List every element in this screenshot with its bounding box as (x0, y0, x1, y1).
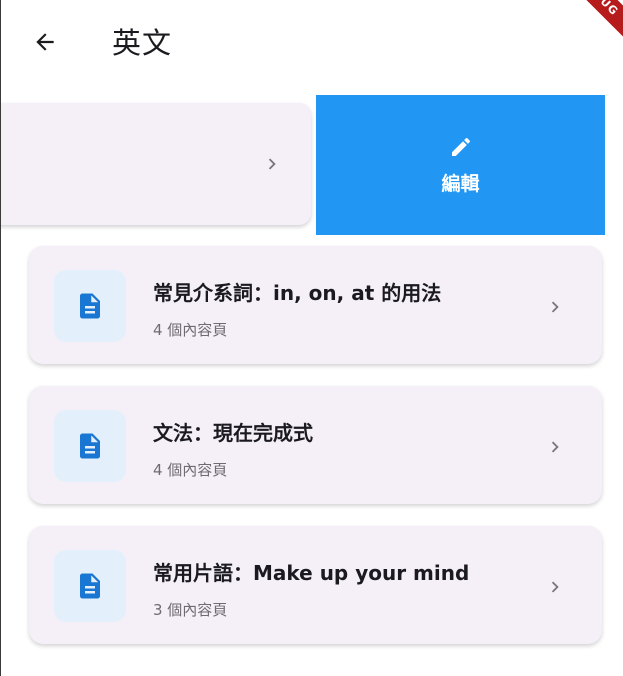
item-title: 常見介系詞：in, on, at 的用法 (153, 281, 442, 305)
document-icon-tile (54, 270, 126, 342)
list-item-card[interactable] (1, 103, 311, 225)
list-item-card[interactable]: 常見介系詞：in, on, at 的用法 4 個內容頁 (29, 246, 602, 364)
document-icon-tile (54, 550, 126, 622)
list-item-card[interactable]: 文法：現在完成式 4 個內容頁 (29, 386, 602, 504)
item-title: 常用片語：Make up your mind (153, 561, 470, 585)
document-icon (80, 433, 100, 459)
edit-button[interactable]: 編輯 (316, 95, 605, 235)
document-icon (80, 293, 100, 319)
chevron-right-icon (551, 581, 559, 593)
debug-banner: DEBUG (548, 0, 623, 48)
chevron-right-icon (551, 301, 559, 313)
item-subtitle: 4 個內容頁 (153, 461, 228, 479)
list-item-card[interactable]: 常用片語：Make up your mind 3 個內容頁 (29, 526, 602, 644)
back-button[interactable] (23, 22, 67, 62)
document-icon-tile (54, 410, 126, 482)
swiped-list-item[interactable]: 編輯 (1, 95, 623, 235)
item-subtitle: 4 個內容頁 (153, 321, 228, 339)
chevron-right-icon (268, 158, 276, 170)
item-subtitle: 3 個內容頁 (153, 601, 228, 619)
arrow-back-icon (36, 33, 54, 51)
pencil-icon (451, 137, 470, 156)
document-icon (80, 573, 100, 599)
edit-label: 編輯 (441, 172, 480, 195)
app-bar: 英文 DEBUG (1, 0, 623, 86)
chevron-right-icon (551, 441, 559, 453)
item-title: 文法：現在完成式 (153, 421, 313, 445)
screen: 英文 DEBUG 編輯 常見介系詞：in, on, at 的用法 4 個內容頁 (0, 0, 623, 676)
page-title: 英文 (112, 26, 173, 60)
